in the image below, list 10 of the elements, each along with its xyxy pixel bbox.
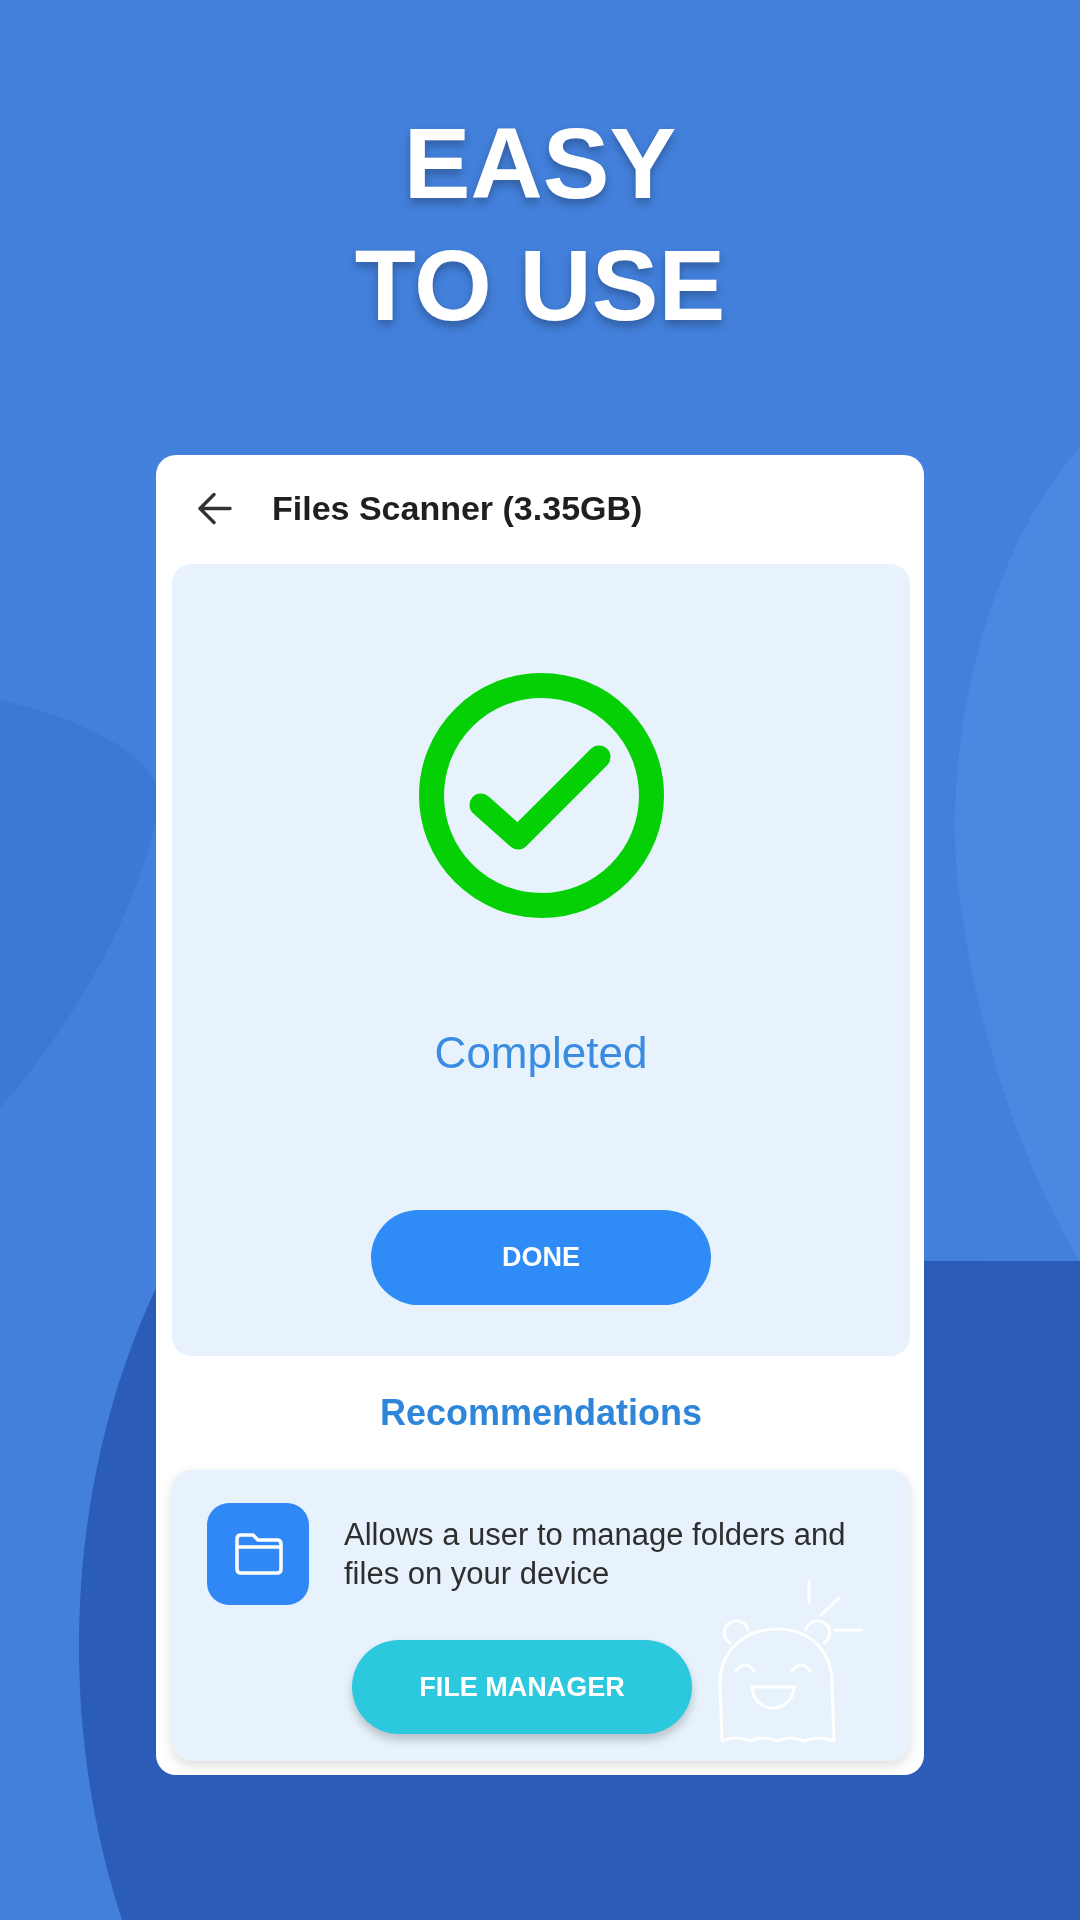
back-arrow-icon[interactable] [197, 491, 232, 525]
folder-icon [207, 1503, 309, 1605]
screen-title: Files Scanner (3.35GB) [272, 488, 643, 528]
recommendation-description: Allows a user to manage folders and files on your device [344, 1516, 847, 1593]
file-manager-button[interactable]: FILE MANAGER [352, 1640, 692, 1734]
status-text: Completed [434, 1027, 648, 1079]
done-button[interactable]: DONE [371, 1210, 711, 1305]
check-circle-icon [418, 673, 664, 918]
headline: EASY TO USE [353, 106, 727, 343]
section-title: Recommendations [379, 1391, 703, 1435]
